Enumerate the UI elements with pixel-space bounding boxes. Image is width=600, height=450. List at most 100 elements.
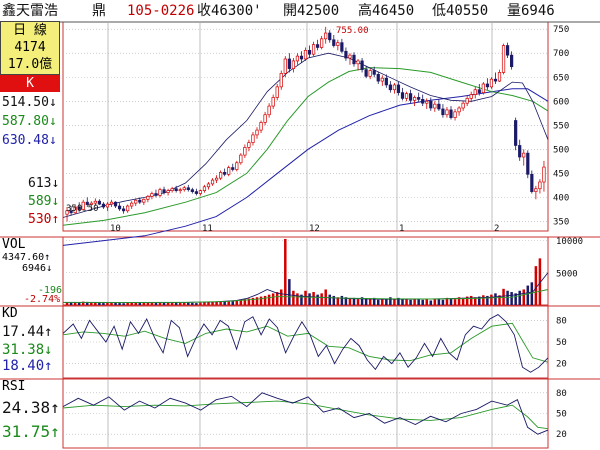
volume-bar	[170, 302, 174, 305]
candle-body	[526, 152, 530, 175]
candle-body	[348, 54, 352, 59]
volume-bar	[356, 299, 360, 305]
volume-bar	[409, 299, 412, 305]
candle-body	[372, 70, 376, 75]
candle-body	[146, 196, 150, 200]
price-tick-label: 550	[553, 121, 569, 131]
vol-value-2: 6946↓	[22, 263, 53, 274]
candle-body	[113, 201, 118, 207]
candle-body	[202, 186, 207, 191]
candle-body	[514, 120, 518, 146]
candle-body	[134, 199, 138, 204]
close-label: 收46300'	[197, 3, 262, 19]
candle-body	[538, 181, 542, 190]
candle-body	[311, 44, 316, 55]
candle-body	[497, 72, 502, 82]
candle-body	[235, 162, 239, 170]
volume-bar	[211, 302, 214, 305]
candle-body	[190, 189, 194, 192]
candle-body	[267, 105, 271, 116]
volume-bar	[251, 297, 255, 305]
stock-chart: 10 11 12 1 2350400450500550600650700750755.0…	[0, 0, 600, 450]
candle-body	[505, 45, 510, 56]
volume-bar	[199, 302, 202, 305]
volume-bar	[421, 299, 424, 305]
volume-bar	[506, 290, 509, 305]
candle-body	[364, 69, 368, 77]
kd-value-1: 17.44↑	[2, 324, 53, 340]
candle-body	[437, 103, 441, 110]
volume-bar	[166, 302, 170, 305]
rsi-value-2: 31.75↑	[2, 422, 60, 441]
kd-value-3: 18.40↑	[2, 358, 53, 374]
open-label: 開42500	[283, 3, 340, 19]
kd-tick-label: 80	[556, 316, 567, 326]
volume-bar	[332, 295, 336, 305]
candle-body	[530, 173, 534, 192]
candle-body	[352, 54, 356, 65]
volume-bar	[203, 302, 206, 305]
ma-value-1: 514.50↓	[2, 95, 57, 110]
vol-count: 4174	[14, 40, 46, 55]
volume-bar	[98, 302, 101, 305]
kd-value-2: 31.38↓	[2, 342, 53, 358]
candle-body	[214, 177, 219, 181]
candle-body	[109, 201, 114, 205]
candle-body	[510, 54, 514, 68]
rsi-tick-label: 80	[556, 389, 567, 399]
x-tick-label: 1	[399, 224, 404, 234]
candle-body	[465, 98, 469, 104]
candle-body	[408, 93, 413, 101]
volume-bar	[308, 293, 311, 305]
volume-bar	[522, 289, 526, 305]
vol-tick-label: 10000	[556, 237, 583, 247]
candle-body	[101, 203, 106, 208]
volume-label: 量6946	[507, 3, 555, 19]
candle-body	[449, 109, 453, 118]
candle-body	[227, 167, 231, 175]
candle-body	[461, 102, 465, 109]
candle-body	[368, 70, 372, 77]
candle-body	[425, 100, 429, 104]
volume-bar	[530, 282, 534, 305]
x-tick-label: 2	[494, 224, 499, 234]
vol-value-1: 4347.60↑	[2, 252, 51, 263]
candle-body	[400, 92, 405, 99]
candle-body	[210, 179, 215, 185]
volume-bar	[482, 295, 485, 305]
candle-body	[158, 189, 162, 196]
candle-body	[223, 172, 227, 175]
volume-bar	[284, 238, 287, 305]
volume-bar	[328, 294, 332, 305]
candle-body	[340, 42, 344, 52]
candle-body	[206, 183, 211, 188]
candle-body	[404, 93, 409, 99]
x-tick-label: 12	[309, 224, 320, 234]
price-tick-label: 400	[553, 193, 569, 203]
rsi-tick-label: 50	[556, 410, 567, 420]
candle-body	[493, 78, 498, 82]
candle-body	[469, 94, 473, 99]
volume-bar	[267, 294, 271, 305]
volume-bar	[518, 290, 521, 305]
candle-body	[231, 167, 235, 170]
candle-body	[316, 44, 320, 48]
vol-ma-value-3: 530↑	[28, 212, 60, 227]
candle-body	[473, 89, 477, 95]
period-label: 日 線	[13, 23, 47, 38]
candle-body	[332, 39, 336, 46]
volume-bar	[187, 302, 190, 305]
price-tick-label: 350	[553, 217, 569, 227]
candle-body	[518, 145, 522, 158]
volume-bar	[348, 298, 352, 305]
rsi-title: RSI	[2, 379, 26, 394]
volume-bar	[114, 302, 117, 305]
candle-body	[485, 83, 489, 88]
price-tick-label: 600	[553, 97, 569, 107]
volume-bar	[340, 295, 344, 305]
candle-body	[117, 205, 122, 210]
candle-body	[182, 187, 186, 191]
volume-bar	[288, 279, 291, 305]
volume-bar	[433, 299, 437, 305]
rsi-tick-label: 20	[556, 430, 567, 440]
